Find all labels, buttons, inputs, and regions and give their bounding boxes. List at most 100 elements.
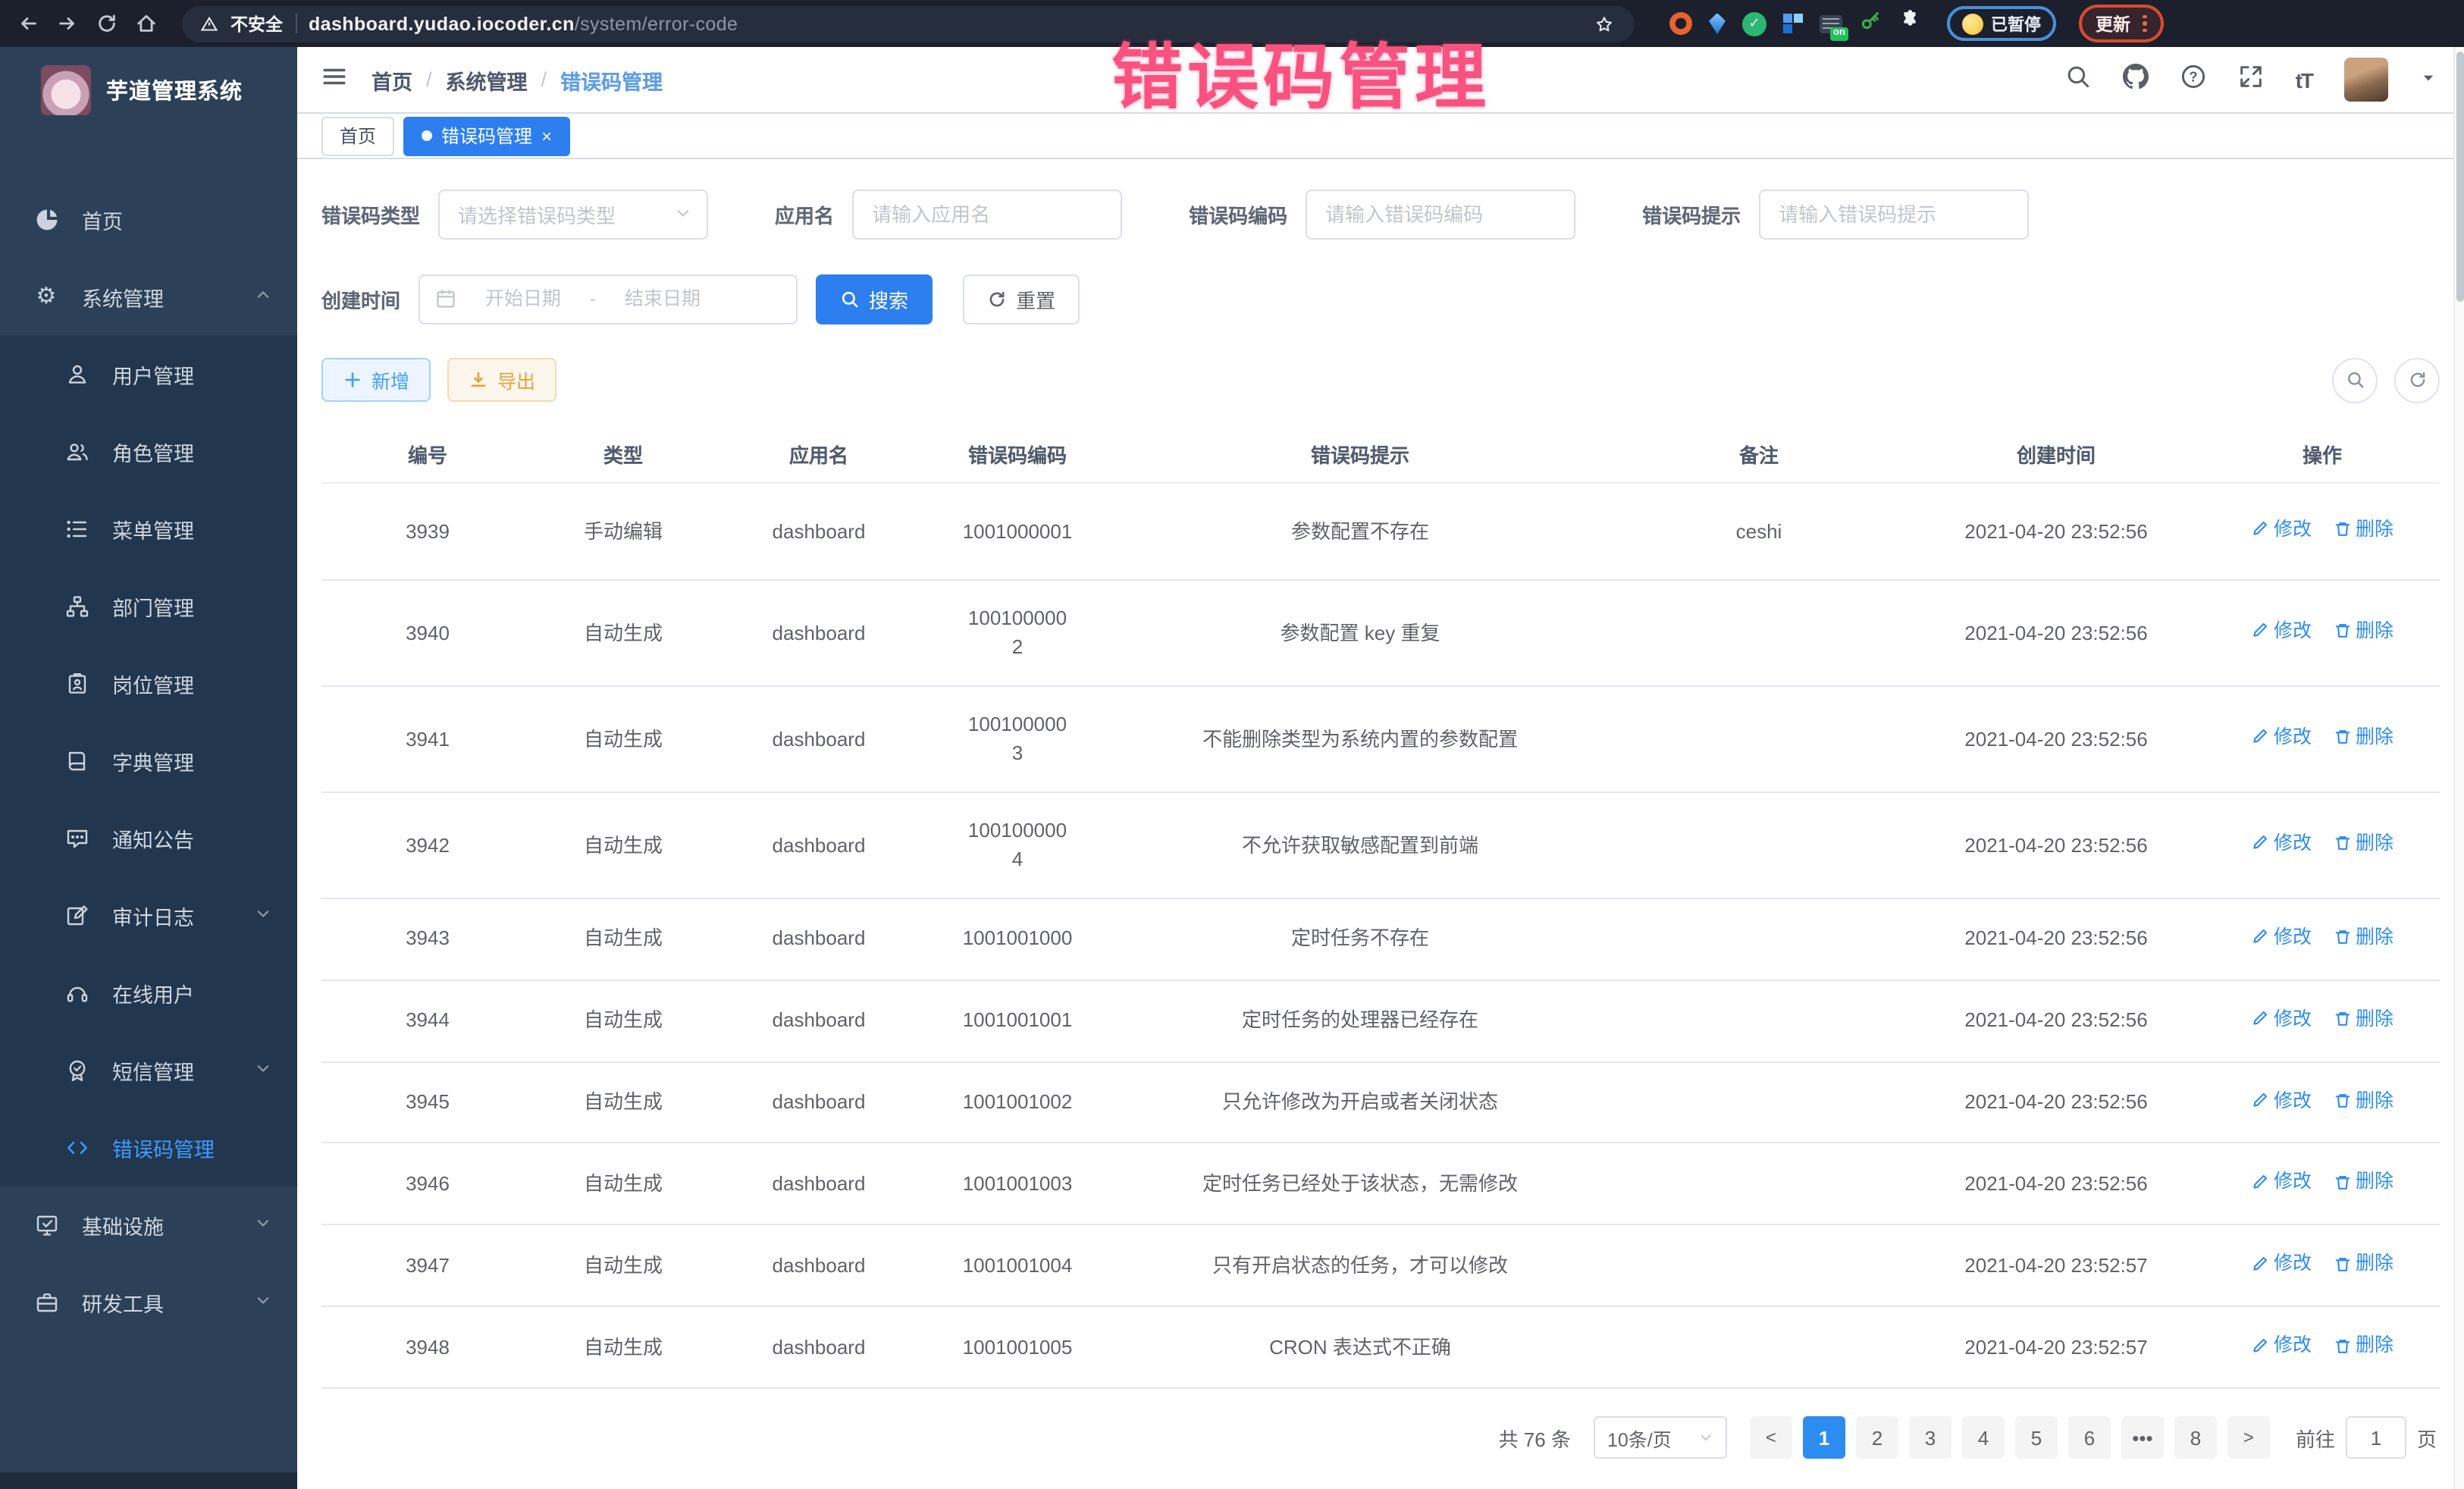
breadcrumb-home[interactable]: 首页 [371, 64, 412, 95]
avatar[interactable] [2344, 58, 2388, 102]
chevron-down-icon [255, 904, 271, 926]
delete-link[interactable]: 删除 [2333, 1168, 2393, 1197]
extension-check-icon[interactable]: ✓ [1742, 11, 1766, 36]
delete-link[interactable]: 删除 [2333, 723, 2393, 752]
browser-update-button[interactable]: 更新 [2079, 5, 2163, 42]
scrollbar-thumb[interactable] [2456, 52, 2464, 302]
edit-link[interactable]: 修改 [2251, 723, 2312, 752]
sidebar-item-sms[interactable]: 短信管理 [0, 1031, 297, 1108]
github-icon[interactable] [2123, 63, 2149, 96]
extension-list-icon[interactable]: on [1820, 14, 1842, 33]
close-icon[interactable]: × [541, 127, 552, 145]
sidebar-item-posts[interactable]: 岗位管理 [0, 644, 297, 722]
page-button-2[interactable]: 2 [1856, 1416, 1898, 1459]
sidebar-item-dict[interactable]: 字典管理 [0, 722, 297, 799]
extension-grid-icon[interactable] [1783, 14, 1803, 33]
breadcrumb-system[interactable]: 系统管理 [446, 64, 528, 95]
search-button[interactable]: 搜索 [816, 274, 933, 324]
prev-page-button[interactable]: < [1750, 1416, 1792, 1459]
edit-link[interactable]: 修改 [2251, 516, 2312, 544]
error-hint-input[interactable] [1779, 203, 2009, 226]
help-icon[interactable]: ? [2180, 63, 2206, 96]
delete-link[interactable]: 删除 [2333, 1250, 2393, 1279]
forward-icon[interactable] [55, 11, 80, 36]
edit-link[interactable]: 修改 [2251, 617, 2312, 646]
edit-link[interactable]: 修改 [2251, 1168, 2312, 1197]
sidebar-item-dev-tools[interactable]: 研发工具 [0, 1263, 297, 1340]
reload-icon[interactable] [94, 11, 120, 36]
address-bar[interactable]: 不安全 dashboard.yudao.iocoder.cn/system/er… [182, 5, 1635, 42]
extension-orange-icon[interactable] [1669, 12, 1692, 35]
sidebar-item-users[interactable]: 用户管理 [0, 335, 297, 412]
tab-error-code[interactable]: 错误码管理 × [403, 116, 570, 155]
edit-link[interactable]: 修改 [2251, 1250, 2312, 1279]
extension-gem-icon[interactable] [1709, 13, 1726, 34]
page-button-6[interactable]: 6 [2068, 1416, 2111, 1459]
fullscreen-icon[interactable] [2238, 63, 2264, 96]
sidebar-item-menus[interactable]: 菜单管理 [0, 490, 297, 567]
edit-link[interactable]: 修改 [2251, 829, 2312, 858]
next-page-button[interactable]: > [2227, 1416, 2270, 1459]
sidebar-item-departments[interactable]: 部门管理 [0, 567, 297, 644]
edit-link[interactable]: 修改 [2251, 1331, 2312, 1360]
badge-icon [64, 670, 89, 696]
page-button-1[interactable]: 1 [1803, 1416, 1845, 1459]
profile-paused-pill[interactable]: 已暂停 [1947, 6, 2056, 41]
hamburger-icon[interactable] [321, 63, 347, 96]
sidebar-item-notice[interactable]: 通知公告 [0, 799, 297, 876]
page-button-5[interactable]: 5 [2015, 1416, 2058, 1459]
sidebar-item-audit-log[interactable]: 审计日志 [0, 876, 297, 954]
extension-key-icon[interactable] [1859, 8, 1882, 39]
back-icon[interactable] [15, 11, 41, 36]
browser-menu-icon[interactable] [2143, 15, 2146, 33]
sidebar-item-error-code[interactable]: 错误码管理 [0, 1108, 297, 1186]
chevron-down-icon[interactable] [2420, 66, 2437, 93]
extensions-puzzle-icon[interactable] [1898, 8, 1921, 39]
edit-link[interactable]: 修改 [2251, 1086, 2312, 1115]
error-type-select[interactable]: 请选择错误码类型 [438, 190, 708, 240]
bookmark-star-icon[interactable] [1591, 11, 1616, 36]
page-button-3[interactable]: 3 [1909, 1416, 1951, 1459]
page-ellipsis-button[interactable]: ••• [2121, 1416, 2164, 1459]
delete-link[interactable]: 删除 [2333, 1005, 2393, 1033]
page-size-select[interactable]: 10条/页 [1594, 1416, 1727, 1459]
error-code-input[interactable] [1325, 203, 1556, 226]
delete-link[interactable]: 删除 [2333, 1331, 2393, 1360]
tab-home[interactable]: 首页 [321, 116, 394, 155]
app-name-input[interactable] [872, 203, 1102, 226]
date-range-picker[interactable]: - [419, 274, 798, 324]
table-row: 3945自动生成dashboard1001001002只允许修改为开启或者关闭状… [321, 1061, 2440, 1143]
sidebar-item-online-users[interactable]: 在线用户 [0, 954, 297, 1031]
sidebar-item-system[interactable]: ⚙ 系统管理 [0, 258, 297, 335]
show-search-toggle-button[interactable] [2332, 358, 2378, 403]
export-button[interactable]: 导出 [447, 359, 556, 403]
app-logo[interactable]: 芋道管理系统 [0, 47, 297, 133]
delete-link[interactable]: 删除 [2333, 516, 2393, 544]
search-icon[interactable] [2065, 63, 2091, 96]
sidebar-item-home[interactable]: 首页 [0, 180, 297, 258]
refresh-table-button[interactable] [2394, 358, 2440, 403]
sidebar-item-infrastructure[interactable]: 基础设施 [0, 1186, 297, 1263]
users-icon [64, 438, 89, 464]
delete-link[interactable]: 删除 [2333, 617, 2393, 646]
start-date-input[interactable] [466, 289, 581, 310]
edit-link[interactable]: 修改 [2251, 1005, 2312, 1033]
pencil-icon [2251, 1092, 2269, 1110]
delete-link[interactable]: 删除 [2333, 829, 2393, 858]
breadcrumb: 首页 / 系统管理 / 错误码管理 [371, 64, 663, 95]
vertical-scrollbar[interactable] [2453, 47, 2464, 1489]
goto-suffix: 页 [2417, 1423, 2437, 1452]
edit-link[interactable]: 修改 [2251, 923, 2312, 952]
delete-link[interactable]: 删除 [2333, 923, 2393, 952]
home-icon[interactable] [133, 11, 159, 36]
goto-page-input[interactable] [2346, 1416, 2406, 1459]
reset-button[interactable]: 重置 [963, 274, 1080, 324]
end-date-input[interactable] [605, 289, 720, 310]
page-button-8[interactable]: 8 [2174, 1416, 2217, 1459]
delete-link[interactable]: 删除 [2333, 1086, 2393, 1115]
font-size-icon[interactable]: tT [2296, 67, 2312, 92]
add-button[interactable]: 新增 [321, 359, 431, 403]
page-button-4[interactable]: 4 [1962, 1416, 2005, 1459]
col-header-remark: 备注 [1610, 426, 1908, 483]
sidebar-item-roles[interactable]: 角色管理 [0, 412, 297, 490]
